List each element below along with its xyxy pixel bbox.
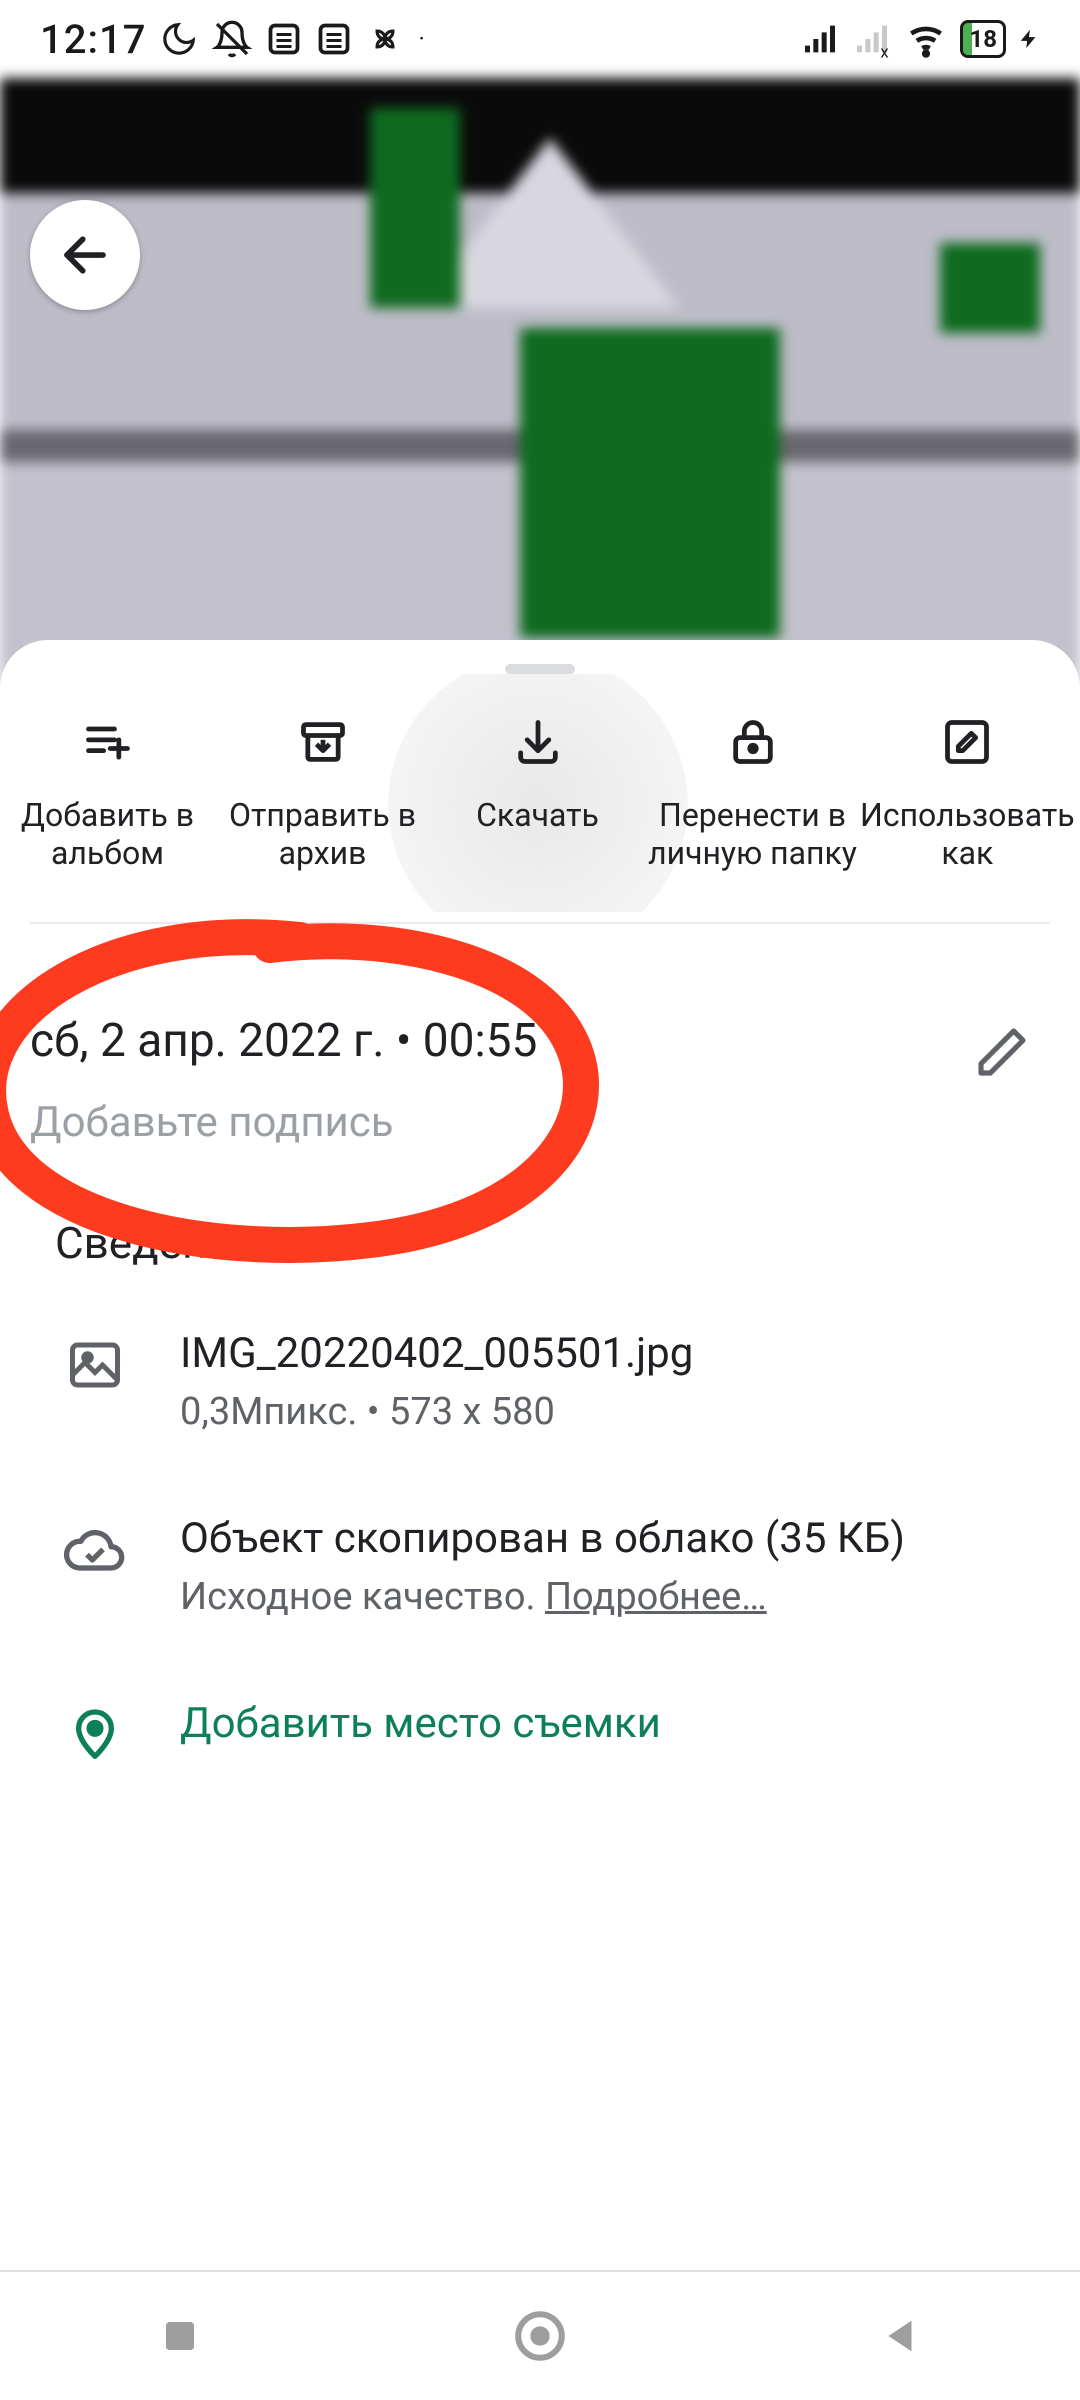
info-sheet: Добавить в альбом Отправить в архив Скач… — [0, 640, 1080, 2400]
action-label: Перенести в личную папку — [645, 796, 860, 872]
nav-recent-button[interactable] — [140, 2296, 220, 2376]
photo-datetime: сб, 2 апр. 2022 г. • 00:55 — [30, 1014, 1020, 1068]
edit-box-icon — [941, 716, 993, 768]
square-icon — [159, 2315, 201, 2357]
info-row-location[interactable]: Добавить место съемки — [0, 1659, 1080, 1801]
status-bar: 12:17 · x 18 — [0, 0, 1080, 78]
sheet-handle[interactable] — [505, 664, 575, 674]
charging-icon — [1018, 20, 1040, 58]
bell-off-icon — [212, 19, 252, 59]
pin-icon — [67, 1705, 123, 1761]
action-label: Скачать — [476, 796, 599, 834]
action-archive[interactable]: Отправить в архив — [215, 714, 430, 872]
moon-icon — [160, 20, 198, 58]
action-label: Использовать как — [860, 796, 1075, 872]
date-block: сб, 2 апр. 2022 г. • 00:55 Добавьте подп… — [0, 924, 1080, 1177]
edit-datetime-button[interactable] — [974, 1024, 1030, 1080]
arrow-left-icon — [58, 228, 112, 282]
battery-icon: 18 — [960, 20, 1006, 58]
circle-icon — [511, 2307, 569, 2365]
playlist-add-icon — [82, 716, 134, 768]
cloud-check-icon — [63, 1520, 127, 1584]
list-icon-2 — [316, 21, 352, 57]
back-button[interactable] — [30, 200, 140, 310]
file-dimensions: 0,3Мпикс. • 573 x 580 — [180, 1390, 693, 1434]
status-dot-icon: · — [418, 25, 424, 53]
info-row-cloud[interactable]: Объект скопирован в облако (35 КБ) Исход… — [0, 1474, 1080, 1659]
add-location-link[interactable]: Добавить место съемки — [180, 1699, 661, 1748]
lock-icon — [727, 716, 779, 768]
signal-1-icon — [800, 19, 840, 59]
caption-input[interactable]: Добавьте подпись — [30, 1098, 1020, 1147]
actions-row: Добавить в альбом Отправить в архив Скач… — [0, 674, 1080, 912]
battery-percent: 18 — [969, 25, 997, 53]
wifi-icon — [904, 17, 948, 61]
download-icon — [512, 716, 564, 768]
signal-2-icon: x — [852, 19, 892, 59]
nav-back-button[interactable] — [860, 2296, 940, 2376]
cloud-more-link[interactable]: Подробнее… — [545, 1575, 767, 1619]
nav-home-button[interactable] — [500, 2296, 580, 2376]
filename: IMG_20220402_005501.jpg — [180, 1329, 693, 1378]
status-time: 12:17 — [40, 16, 146, 63]
status-left: 12:17 · — [40, 16, 425, 63]
action-download[interactable]: Скачать — [430, 714, 645, 872]
svg-text:x: x — [881, 43, 889, 59]
action-add-to-album[interactable]: Добавить в альбом — [0, 714, 215, 872]
status-right: x 18 — [800, 17, 1040, 61]
cloud-quality: Исходное качество. — [180, 1575, 545, 1619]
pencil-icon — [974, 1024, 1030, 1080]
image-icon — [65, 1335, 125, 1395]
cloud-status: Объект скопирован в облако (35 КБ) — [180, 1514, 905, 1563]
action-label: Добавить в альбом — [0, 796, 215, 872]
triangle-left-icon — [877, 2313, 923, 2359]
pinwheel-icon — [366, 20, 404, 58]
action-use-as[interactable]: Использовать как — [860, 714, 1075, 872]
archive-icon — [297, 716, 349, 768]
info-row-file[interactable]: IMG_20220402_005501.jpg 0,3Мпикс. • 573 … — [0, 1289, 1080, 1474]
system-navbar — [0, 2270, 1080, 2400]
list-icon — [266, 21, 302, 57]
details-heading: Сведения — [0, 1177, 1080, 1289]
photo-preview[interactable] — [0, 78, 1080, 718]
action-label: Отправить в архив — [215, 796, 430, 872]
action-move-private[interactable]: Перенести в личную папку — [645, 714, 860, 872]
